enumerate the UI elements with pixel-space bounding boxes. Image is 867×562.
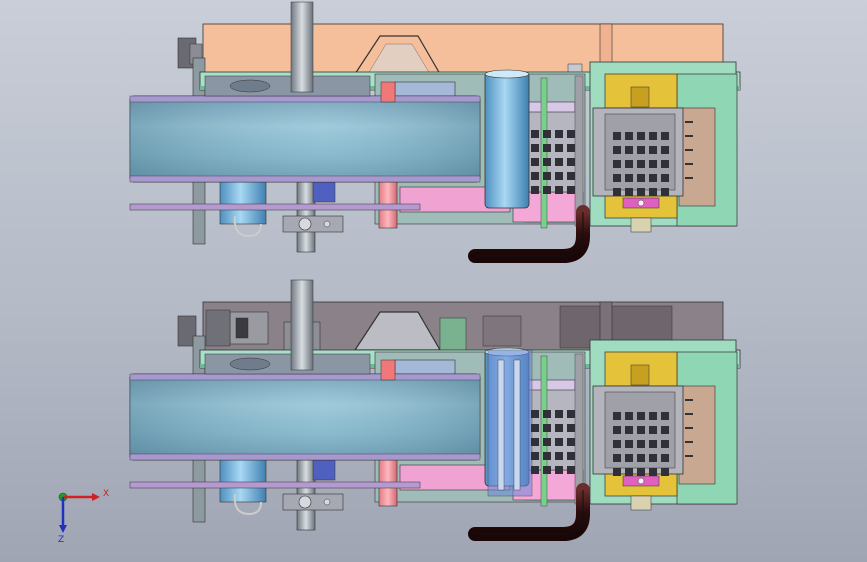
top-assembly-view[interactable] xyxy=(130,2,740,256)
bottom-assembly-view[interactable] xyxy=(130,280,740,534)
z-axis-label: Z xyxy=(58,535,64,545)
cad-viewport[interactable]: X Z xyxy=(0,0,867,562)
axis-triad: X Z xyxy=(58,489,109,545)
x-axis-label: X xyxy=(103,489,109,499)
